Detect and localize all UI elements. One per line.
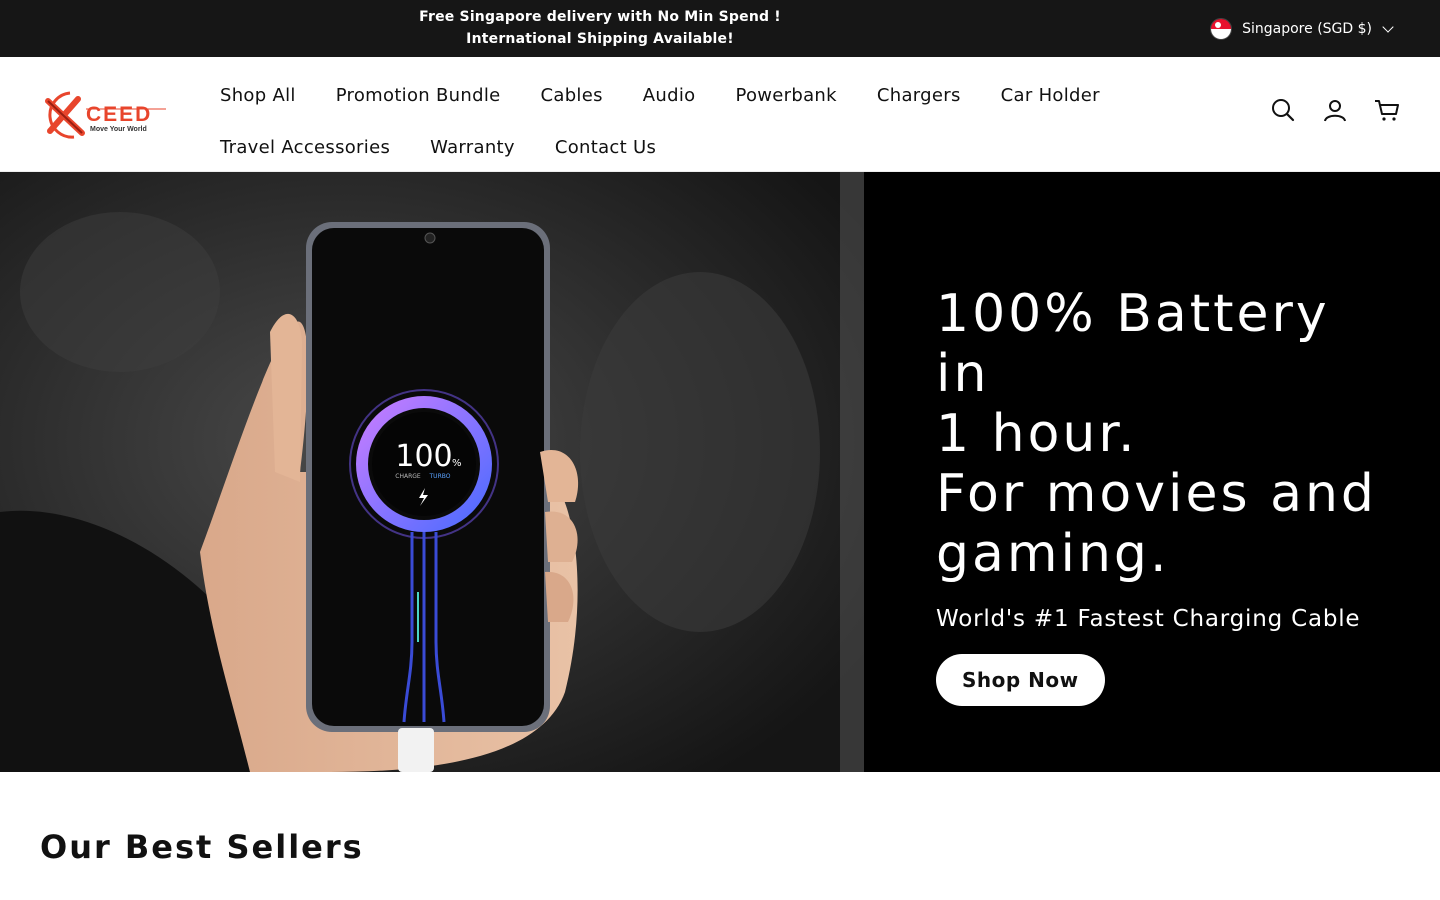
nav-row-2: Travel Accessories Warranty Contact Us bbox=[200, 121, 1200, 173]
country-currency-selector[interactable]: Singapore (SGD $) bbox=[1210, 16, 1394, 42]
nav-item-warranty[interactable]: Warranty bbox=[410, 137, 535, 158]
nav-item-car-holder[interactable]: Car Holder bbox=[981, 85, 1120, 106]
nav-item-promotion-bundle[interactable]: Promotion Bundle bbox=[316, 85, 521, 106]
screen-caption-charge: CHARGE bbox=[395, 473, 421, 480]
announcement-bar: Free Singapore delivery with No Min Spen… bbox=[0, 0, 1440, 57]
hero-title-line-2: 1 hour. bbox=[936, 404, 1138, 464]
site-header: CEED Move Your World Shop All Promotion … bbox=[0, 57, 1440, 172]
hero-image-phone-charging: 100 % CHARGE TURBO bbox=[0, 172, 864, 772]
nav-item-powerbank[interactable]: Powerbank bbox=[715, 85, 856, 106]
search-icon[interactable] bbox=[1270, 97, 1296, 123]
nav-row-1: Shop All Promotion Bundle Cables Audio P… bbox=[200, 69, 1200, 121]
header-icons bbox=[1270, 97, 1400, 123]
announcement-text: Free Singapore delivery with No Min Spen… bbox=[300, 6, 900, 50]
hero-text-block: 100% Battery in 1 hour. For movies and g… bbox=[936, 284, 1396, 706]
cart-icon[interactable] bbox=[1374, 97, 1400, 123]
nav-item-chargers[interactable]: Chargers bbox=[857, 85, 981, 106]
chevron-down-icon bbox=[1382, 21, 1394, 33]
screen-caption-turbo: TURBO bbox=[429, 473, 451, 480]
xceed-logo: CEED Move Your World bbox=[45, 91, 166, 139]
logo-tagline: Move Your World bbox=[90, 126, 147, 133]
hero-title-line-1: 100% Battery in bbox=[936, 284, 1330, 404]
shop-now-button[interactable]: Shop Now bbox=[936, 654, 1105, 706]
main-navigation: Shop All Promotion Bundle Cables Audio P… bbox=[200, 69, 1200, 173]
announcement-line-2: International Shipping Available! bbox=[466, 31, 734, 47]
screen-percent-text: 100 bbox=[395, 439, 452, 474]
account-icon[interactable] bbox=[1322, 97, 1348, 123]
nav-item-contact-us[interactable]: Contact Us bbox=[535, 137, 676, 158]
hero-title-line-4: gaming. bbox=[936, 524, 1170, 584]
best-sellers-heading: Our Best Sellers bbox=[40, 828, 364, 866]
singapore-flag-icon bbox=[1210, 18, 1233, 40]
hero-title: 100% Battery in 1 hour. For movies and g… bbox=[936, 284, 1396, 584]
site-logo[interactable]: CEED Move Your World bbox=[40, 87, 170, 143]
logo-wordmark: CEED bbox=[86, 103, 152, 126]
nav-item-cables[interactable]: Cables bbox=[521, 85, 623, 106]
screen-percent-sign: % bbox=[452, 458, 462, 469]
nav-item-shop-all[interactable]: Shop All bbox=[200, 85, 316, 106]
nav-item-travel-accessories[interactable]: Travel Accessories bbox=[200, 137, 410, 158]
hero-subtitle: World's #1 Fastest Charging Cable bbox=[936, 606, 1361, 632]
hero-banner: 100 % CHARGE TURBO 100% Battery in 1 hou… bbox=[0, 172, 1440, 772]
announcement-line-1: Free Singapore delivery with No Min Spen… bbox=[419, 9, 781, 25]
hero-title-line-3: For movies and bbox=[936, 464, 1377, 524]
nav-item-audio[interactable]: Audio bbox=[623, 85, 716, 106]
locale-label: Singapore (SGD $) bbox=[1242, 21, 1372, 37]
